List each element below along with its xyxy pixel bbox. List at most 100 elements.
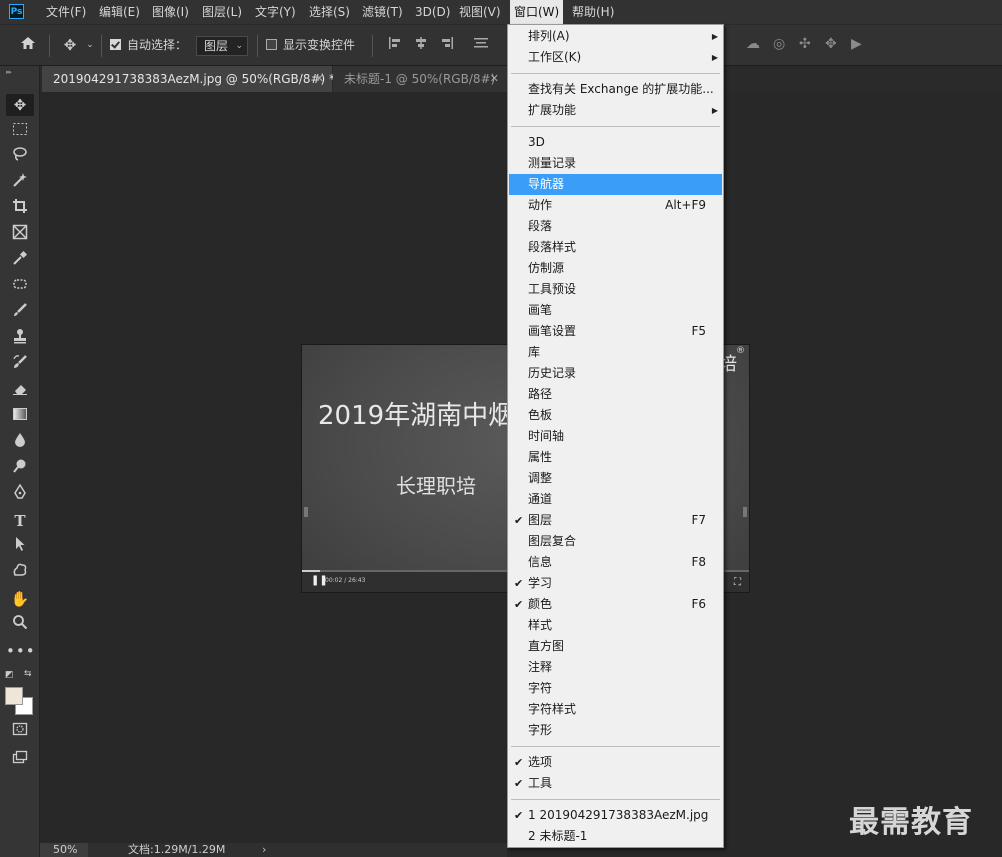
menu-item[interactable]: 样式 xyxy=(509,615,722,636)
menu-item[interactable]: 图层复合 xyxy=(509,531,722,552)
custom-shape-tool-icon[interactable] xyxy=(6,562,34,584)
menu-item[interactable]: 查找有关 Exchange 的扩展功能... xyxy=(509,79,722,100)
menu-item[interactable]: ✔ 1 201904291738383AezM.jpg xyxy=(509,805,722,826)
history-brush-tool-icon[interactable] xyxy=(6,354,34,376)
menu-item[interactable]: 画笔设置 F5 xyxy=(509,321,722,342)
zoom-level[interactable]: 50% xyxy=(40,843,88,857)
frame-tool-icon[interactable] xyxy=(6,224,34,246)
menu-item[interactable]: 库 xyxy=(509,342,722,363)
dodge-tool-icon[interactable] xyxy=(6,458,34,480)
menu-item[interactable]: 扩展功能 ▶ xyxy=(509,100,722,121)
menu-item[interactable]: 字形 xyxy=(509,720,722,741)
tab-document-2[interactable]: 未标题-1 @ 50%(RGB/8#) ✕ xyxy=(333,66,507,92)
menu-item[interactable]: 历史记录 xyxy=(509,363,722,384)
quick-mask-icon[interactable] xyxy=(6,722,34,744)
menu-item[interactable]: 段落样式 xyxy=(509,237,722,258)
move-tool-icon[interactable]: ✥ xyxy=(59,35,81,55)
menu-item[interactable]: ✔ 颜色 F6 xyxy=(509,594,722,615)
menu-file[interactable]: 文件(F) xyxy=(46,0,86,24)
menu-image[interactable]: 图像(I) xyxy=(152,0,189,24)
close-icon[interactable]: ✕ xyxy=(315,66,324,92)
chevron-down-icon[interactable]: ⌄ xyxy=(84,35,96,55)
menu-item-label: 动作 xyxy=(528,198,553,212)
3d-camera-icon[interactable]: ▶ xyxy=(851,36,862,52)
3d-pan-icon[interactable]: ✣ xyxy=(799,36,811,52)
menu-item[interactable]: 工作区(K) ▶ xyxy=(509,47,722,68)
menu-separator xyxy=(511,746,720,747)
menu-help[interactable]: 帮助(H) xyxy=(572,0,614,24)
menu-item[interactable]: 导航器 xyxy=(509,174,722,195)
menu-item[interactable]: 注释 xyxy=(509,657,722,678)
menu-item[interactable]: ✔ 选项 xyxy=(509,752,722,773)
foreground-color-swatch[interactable] xyxy=(5,687,23,705)
menu-item[interactable]: 段落 xyxy=(509,216,722,237)
checkmark-icon: ✔ xyxy=(514,777,524,790)
menu-item[interactable]: ✔ 学习 xyxy=(509,573,722,594)
screen-mode-icon[interactable] xyxy=(6,748,34,770)
swap-colors-icon[interactable]: ⇆ xyxy=(24,669,32,679)
3d-slide-icon[interactable]: ✥ xyxy=(825,36,837,52)
menu-type[interactable]: 文字(Y) xyxy=(255,0,296,24)
menu-filter[interactable]: 滤镜(T) xyxy=(362,0,403,24)
align-left-icon[interactable] xyxy=(387,35,403,55)
3d-roll-icon[interactable]: ◎ xyxy=(773,36,785,52)
menu-item[interactable]: 仿制源 xyxy=(509,258,722,279)
menu-item[interactable]: 工具预设 xyxy=(509,279,722,300)
menu-item[interactable]: 排列(A) ▶ xyxy=(509,26,722,47)
auto-select-target-dropdown[interactable]: 图层 ⌄ xyxy=(196,36,248,56)
menu-window[interactable]: 窗口(W) xyxy=(510,0,564,24)
menu-view[interactable]: 视图(V) xyxy=(459,0,501,24)
align-top-icon[interactable] xyxy=(472,35,490,55)
status-menu-arrow-icon[interactable]: › xyxy=(262,843,266,857)
menu-layer[interactable]: 图层(L) xyxy=(202,0,242,24)
menu-item[interactable]: 测量记录 xyxy=(509,153,722,174)
menu-item[interactable]: 直方图 xyxy=(509,636,722,657)
hand-tool-icon[interactable]: ✋ xyxy=(6,588,34,610)
menu-item[interactable]: ✔ 图层 F7 xyxy=(509,510,722,531)
menu-item[interactable]: 色板 xyxy=(509,405,722,426)
magic-wand-tool-icon[interactable] xyxy=(6,172,34,194)
gradient-tool-icon[interactable] xyxy=(6,406,34,428)
pen-tool-icon[interactable] xyxy=(6,483,34,506)
crop-tool-icon[interactable] xyxy=(6,198,34,220)
eraser-tool-icon[interactable] xyxy=(6,380,34,402)
stamp-tool-icon[interactable] xyxy=(6,328,34,350)
menu-3d[interactable]: 3D(D) xyxy=(415,0,450,24)
menu-item[interactable]: 时间轴 xyxy=(509,426,722,447)
align-center-icon[interactable] xyxy=(413,35,429,55)
menu-item[interactable]: 路径 xyxy=(509,384,722,405)
zoom-tool-icon[interactable] xyxy=(6,614,34,636)
3d-orbit-icon[interactable]: ☁ xyxy=(746,36,760,52)
type-tool-icon[interactable]: T xyxy=(6,510,34,532)
marquee-tool-icon[interactable] xyxy=(6,120,34,142)
menu-item[interactable]: 字符 xyxy=(509,678,722,699)
eyedropper-tool-icon[interactable] xyxy=(6,250,34,272)
path-selection-tool-icon[interactable] xyxy=(6,536,34,558)
panel-grip-icon[interactable]: ▸▸ xyxy=(6,68,12,76)
menu-item[interactable]: 属性 xyxy=(509,447,722,468)
menu-edit[interactable]: 编辑(E) xyxy=(99,0,140,24)
auto-select-checkbox[interactable] xyxy=(110,39,121,50)
menu-item[interactable]: 3D xyxy=(509,132,722,153)
menu-item[interactable]: 动作 Alt+F9 xyxy=(509,195,722,216)
move-tool-icon[interactable]: ✥ xyxy=(6,94,34,116)
close-icon[interactable]: ✕ xyxy=(490,66,499,92)
menu-item[interactable]: 字符样式 xyxy=(509,699,722,720)
menu-item[interactable]: 通道 xyxy=(509,489,722,510)
spot-healing-tool-icon[interactable] xyxy=(6,276,34,298)
more-tools-icon[interactable]: ••• xyxy=(6,640,35,662)
default-colors-icon[interactable]: ◩ xyxy=(5,670,14,680)
menu-item[interactable]: 2 未标题-1 xyxy=(509,826,722,847)
menu-select[interactable]: 选择(S) xyxy=(309,0,350,24)
menu-item[interactable]: 调整 xyxy=(509,468,722,489)
tab-document-1[interactable]: 201904291738383AezM.jpg @ 50%(RGB/8#) * … xyxy=(42,66,335,92)
show-transform-checkbox[interactable] xyxy=(266,39,277,50)
lasso-tool-icon[interactable] xyxy=(6,146,34,168)
menu-item[interactable]: 画笔 xyxy=(509,300,722,321)
blur-tool-icon[interactable] xyxy=(6,432,34,454)
menu-item[interactable]: 信息 F8 xyxy=(509,552,722,573)
brush-tool-icon[interactable] xyxy=(6,302,34,324)
menu-item[interactable]: ✔ 工具 xyxy=(509,773,722,794)
align-right-icon[interactable] xyxy=(439,35,455,55)
home-icon[interactable] xyxy=(18,35,38,55)
